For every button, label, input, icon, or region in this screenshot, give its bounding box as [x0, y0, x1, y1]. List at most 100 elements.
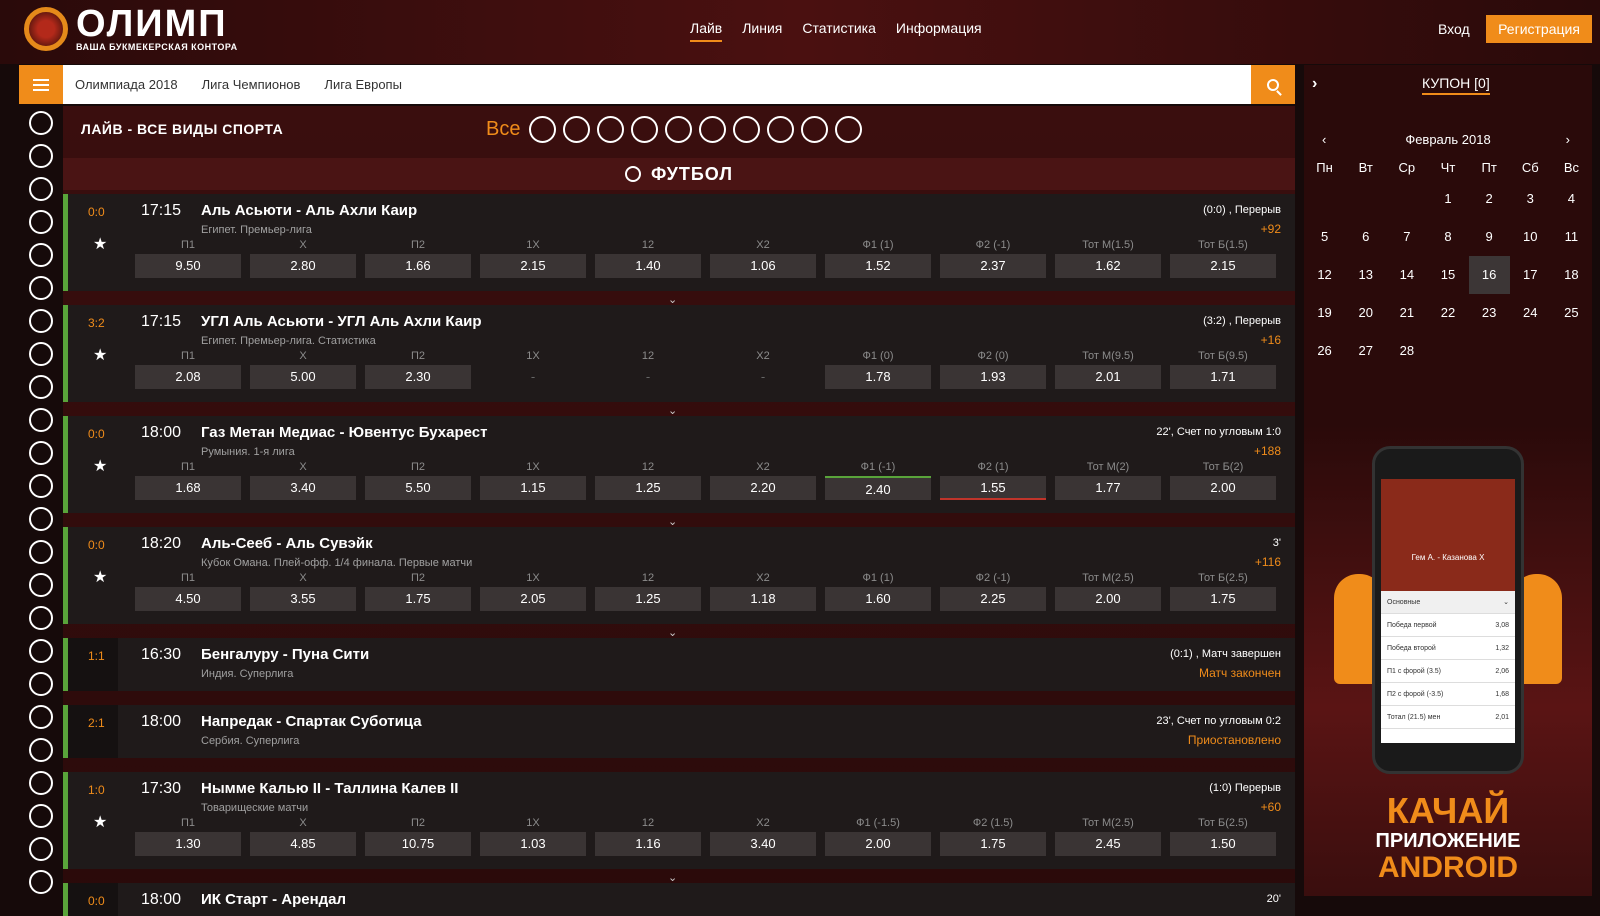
calendar-day[interactable]: 14 — [1386, 256, 1427, 294]
sidebar-sport-2[interactable] — [19, 172, 63, 205]
odds-button[interactable]: 2.15 — [1170, 254, 1276, 278]
sidebar-sport-5[interactable] — [19, 271, 63, 304]
badminton-icon[interactable] — [801, 116, 829, 143]
odds-button[interactable]: 1.03 — [480, 832, 586, 856]
nav-statistics[interactable]: Статистика — [802, 20, 876, 42]
menu-burger-icon[interactable] — [19, 65, 63, 104]
event-more-markets[interactable]: +92 — [1261, 222, 1281, 236]
odds-button[interactable]: 1.18 — [710, 587, 816, 611]
event-teams[interactable]: Бенгалуру - Пуна Сити — [201, 646, 369, 663]
calendar-day[interactable]: 25 — [1551, 294, 1592, 332]
odds-button[interactable]: 1.77 — [1055, 476, 1161, 500]
hockey-puck-icon[interactable] — [631, 116, 659, 143]
odds-button[interactable]: 1.15 — [480, 476, 586, 500]
calendar-day[interactable]: 1 — [1427, 180, 1468, 218]
basketball-icon[interactable] — [597, 116, 625, 143]
calendar-day[interactable]: 19 — [1304, 294, 1345, 332]
sidebar-sport-23[interactable] — [19, 865, 63, 898]
favorite-star-icon[interactable]: ★ — [93, 567, 107, 587]
calendar-day[interactable]: 20 — [1345, 294, 1386, 332]
odds-button[interactable]: 2.00 — [1170, 476, 1276, 500]
calendar-next-icon[interactable]: › — [1566, 132, 1570, 147]
odds-button[interactable]: 2.45 — [1055, 832, 1161, 856]
logo[interactable]: ОЛИМП ВАША БУКМЕКЕРСКАЯ КОНТОРА — [24, 5, 238, 52]
subnav-champions-league[interactable]: Лига Чемпионов — [202, 77, 301, 92]
sidebar-sport-18[interactable] — [19, 700, 63, 733]
event-row[interactable]: 0:0 18:00 Газ Метан Медиас - Ювентус Бухар… — [63, 416, 1295, 528]
event-row[interactable]: 1:0 17:30 Нымме Калью II - Таллина Калев I… — [63, 772, 1295, 884]
calendar-day[interactable]: 10 — [1510, 218, 1551, 256]
event-teams[interactable]: Нымме Калью II - Таллина Калев II — [201, 780, 458, 797]
event-more-markets[interactable]: +60 — [1261, 800, 1281, 814]
hockey-stick-icon[interactable] — [835, 116, 863, 143]
calendar-day[interactable]: 8 — [1427, 218, 1468, 256]
odds-button[interactable]: 1.78 — [825, 365, 931, 389]
sidebar-sport-14[interactable] — [19, 568, 63, 601]
calendar-day[interactable]: 2 — [1469, 180, 1510, 218]
event-row[interactable]: 0:0 18:20 Аль-Сееб - Аль Сувэйк Кубок Омана… — [63, 527, 1295, 639]
odds-button[interactable]: 3.40 — [250, 476, 356, 500]
calendar-day[interactable]: 22 — [1427, 294, 1468, 332]
sidebar-sport-19[interactable] — [19, 733, 63, 766]
calendar-day[interactable]: 28 — [1386, 332, 1427, 370]
event-row[interactable]: 0:0 17:15 Аль Асьюти - Аль Ахли Каир Египет… — [63, 194, 1295, 306]
register-button[interactable]: Регистрация — [1486, 15, 1592, 43]
calendar-day[interactable]: 13 — [1345, 256, 1386, 294]
favorite-star-icon[interactable]: ★ — [93, 234, 107, 254]
sidebar-sport-12[interactable] — [19, 502, 63, 535]
odds-button[interactable]: 1.68 — [135, 476, 241, 500]
calendar-day[interactable]: 16 — [1468, 256, 1510, 294]
odds-button[interactable]: 2.30 — [365, 365, 471, 389]
sidebar-sport-3[interactable] — [19, 205, 63, 238]
odds-button[interactable]: 2.00 — [1055, 587, 1161, 611]
calendar-day[interactable]: 27 — [1345, 332, 1386, 370]
event-teams[interactable]: ИК Старт - Арендал — [201, 891, 346, 908]
calendar-day[interactable]: 4 — [1551, 180, 1592, 218]
nav-line[interactable]: Линия — [742, 20, 782, 42]
calendar-day[interactable]: 6 — [1345, 218, 1386, 256]
calendar-day[interactable]: 24 — [1510, 294, 1551, 332]
event-teams[interactable]: Напредак - Спартак Суботица — [201, 713, 422, 730]
odds-button[interactable]: 2.25 — [940, 587, 1046, 611]
calendar-day[interactable]: 5 — [1304, 218, 1345, 256]
odds-button[interactable]: 2.05 — [480, 587, 586, 611]
calendar-day[interactable]: 18 — [1551, 256, 1592, 294]
calendar-day[interactable]: 26 — [1304, 332, 1345, 370]
odds-button[interactable]: 10.75 — [365, 832, 471, 856]
odds-button[interactable]: 1.75 — [1170, 587, 1276, 611]
calendar-day[interactable]: 7 — [1386, 218, 1427, 256]
filter-all[interactable]: Все — [486, 118, 520, 141]
odds-button[interactable]: 1.25 — [595, 587, 701, 611]
odds-button[interactable]: 1.40 — [595, 254, 701, 278]
odds-button[interactable]: 1.75 — [365, 587, 471, 611]
sidebar-sport-11[interactable] — [19, 469, 63, 502]
sidebar-sport-8[interactable] — [19, 370, 63, 403]
sidebar-sport-16[interactable] — [19, 634, 63, 667]
odds-button[interactable]: 3.40 — [710, 832, 816, 856]
odds-button[interactable]: 2.80 — [250, 254, 356, 278]
calendar-day[interactable]: 23 — [1469, 294, 1510, 332]
odds-button[interactable]: 1.50 — [1170, 832, 1276, 856]
volleyball-icon[interactable] — [665, 116, 693, 143]
event-row[interactable]: 2:1 18:00 Напредак - Спартак Суботица Серби… — [63, 705, 1295, 758]
event-teams[interactable]: Аль-Сееб - Аль Сувэйк — [201, 535, 373, 552]
favorite-star-icon[interactable]: ★ — [93, 456, 107, 476]
event-more-markets[interactable]: +116 — [1255, 555, 1281, 569]
athletics-icon[interactable] — [699, 116, 727, 143]
calendar-day[interactable]: 21 — [1386, 294, 1427, 332]
login-link[interactable]: Вход — [1438, 21, 1470, 37]
sidebar-sport-6[interactable] — [19, 304, 63, 337]
calendar-day[interactable]: 9 — [1469, 218, 1510, 256]
event-row[interactable]: 0:0 18:00 ИК Старт - Арендал 20' — [63, 883, 1295, 916]
sidebar-sport-15[interactable] — [19, 601, 63, 634]
odds-button[interactable]: 1.60 — [825, 587, 931, 611]
sidebar-sport-0[interactable] — [19, 106, 63, 139]
sidebar-sport-7[interactable] — [19, 337, 63, 370]
event-teams[interactable]: Аль Асьюти - Аль Ахли Каир — [201, 202, 417, 219]
odds-button[interactable]: 2.00 — [825, 832, 931, 856]
sidebar-sport-20[interactable] — [19, 766, 63, 799]
event-more-markets[interactable]: +16 — [1261, 333, 1281, 347]
event-row[interactable]: 1:1 16:30 Бенгалуру - Пуна Сити Индия. Супе… — [63, 638, 1295, 691]
odds-button[interactable]: 2.20 — [710, 476, 816, 500]
sidebar-sport-17[interactable] — [19, 667, 63, 700]
